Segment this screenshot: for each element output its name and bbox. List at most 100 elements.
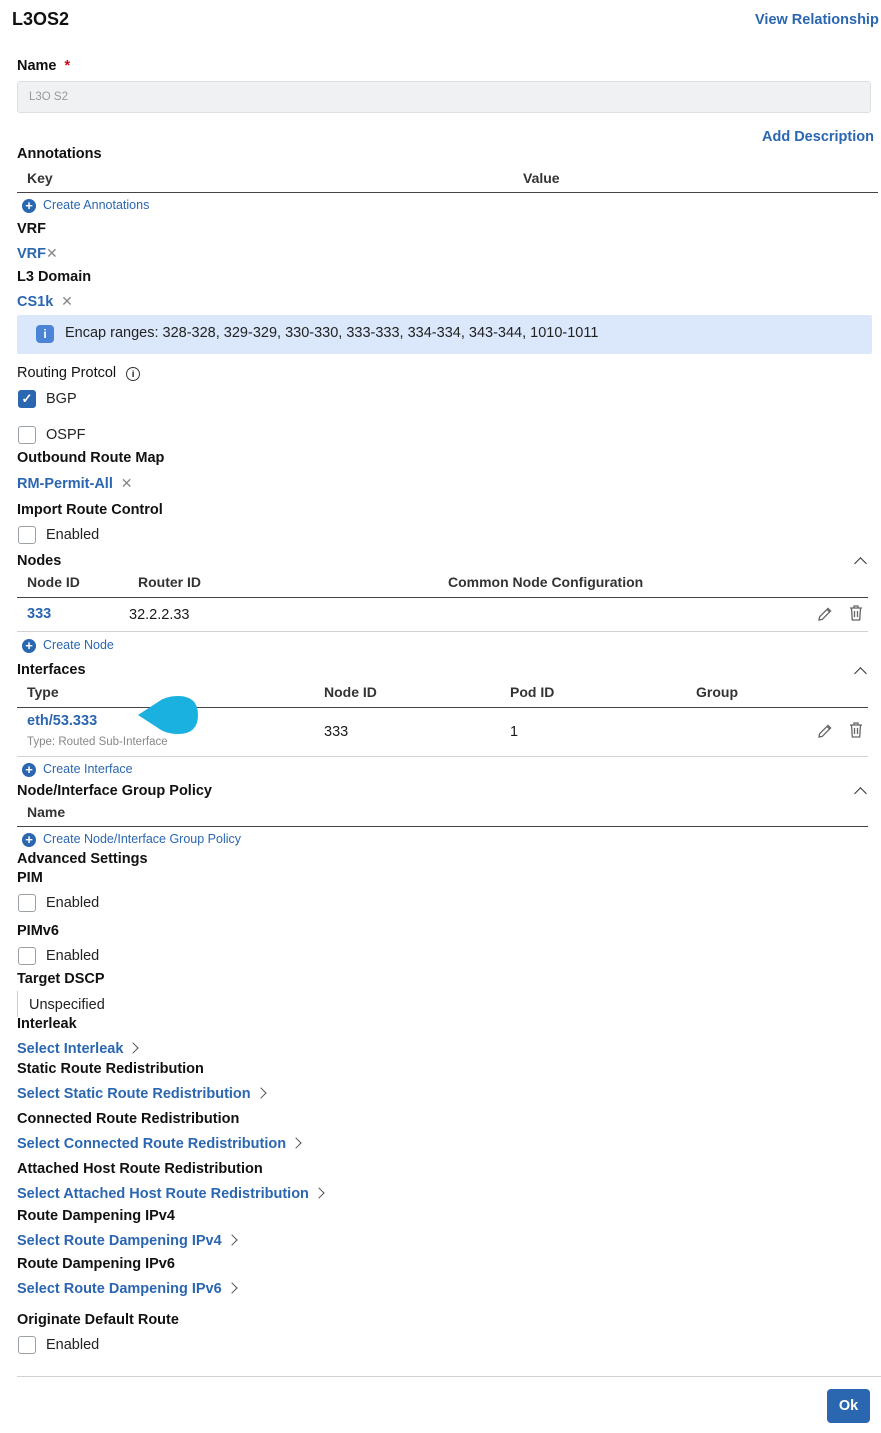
vrf-label: VRF	[17, 221, 46, 237]
interfaces-col-pod-id: Pod ID	[510, 684, 555, 700]
close-icon[interactable]: ✕	[46, 245, 58, 262]
ospf-checkbox-label: OSPF	[46, 427, 86, 443]
close-icon[interactable]: ✕	[61, 293, 73, 310]
collapse-group-policy-icon[interactable]	[854, 787, 867, 800]
l3-domain-label: L3 Domain	[17, 269, 92, 285]
chevron-right-icon	[226, 1234, 238, 1246]
damp-ipv6-label: Route Dampening IPv6	[17, 1256, 175, 1272]
node-id-link[interactable]: 333	[27, 606, 51, 622]
annotations-divider	[17, 192, 878, 193]
import-route-control-checkbox[interactable]	[18, 526, 36, 544]
footer-divider	[17, 1376, 881, 1377]
name-input[interactable]: L3O S2	[17, 81, 871, 113]
select-interleak-link[interactable]: Select Interleak	[17, 1041, 140, 1057]
create-annotations-link[interactable]: Create Annotations	[43, 198, 149, 212]
bgp-checkbox[interactable]: ✓	[18, 390, 36, 408]
interface-pod-id-value: 1	[510, 724, 519, 740]
trash-icon[interactable]	[848, 721, 864, 739]
chevron-right-icon	[254, 1087, 267, 1099]
originate-default-checkbox[interactable]	[18, 1336, 36, 1354]
callout-pointer-icon	[136, 694, 202, 739]
interfaces-col-type: Type	[27, 684, 59, 700]
target-dscp-label: Target DSCP	[17, 971, 105, 987]
create-group-policy-link[interactable]: Create Node/Interface Group Policy	[43, 832, 241, 846]
pim-checkbox-label: Enabled	[46, 895, 100, 911]
l3-domain-selection: CS1k ✕	[17, 293, 73, 310]
bgp-checkbox-label: BGP	[46, 391, 77, 407]
encap-info-text: Encap ranges: 328-328, 329-329, 330-330,…	[65, 325, 599, 341]
nodes-col-node-id: Node ID	[27, 574, 80, 590]
originate-default-checkbox-label: Enabled	[46, 1337, 100, 1353]
interface-node-id-value: 333	[324, 724, 349, 740]
ok-button[interactable]: Ok	[827, 1389, 870, 1423]
annotations-key-header: Key	[27, 170, 53, 186]
name-label: Name *	[17, 58, 71, 74]
trash-icon[interactable]	[848, 604, 864, 622]
chevron-right-icon	[127, 1042, 140, 1054]
select-damp-ipv4-link[interactable]: Select Route Dampening IPv4	[17, 1233, 238, 1249]
plus-circle-icon[interactable]: +	[22, 833, 36, 847]
group-policy-label: Node/Interface Group Policy	[17, 783, 212, 799]
ospf-checkbox[interactable]	[18, 426, 36, 444]
select-connected-redist-link[interactable]: Select Connected Route Redistribution	[17, 1136, 302, 1152]
plus-circle-icon[interactable]: +	[22, 763, 36, 777]
pimv6-checkbox-label: Enabled	[46, 948, 100, 964]
interfaces-label: Interfaces	[17, 662, 86, 678]
page-title: L3OS2	[12, 9, 70, 29]
router-id-value: 32.2.2.33	[129, 607, 190, 623]
outbound-route-map-link[interactable]: RM-Permit-All	[17, 476, 113, 492]
group-policy-divider	[17, 826, 868, 827]
import-route-control-checkbox-label: Enabled	[46, 527, 100, 543]
select-damp-ipv6-link[interactable]: Select Route Dampening IPv6	[17, 1281, 238, 1297]
collapse-interfaces-icon[interactable]	[854, 667, 867, 680]
encap-info-banner: i Encap ranges: 328-328, 329-329, 330-33…	[17, 315, 872, 354]
add-description-link[interactable]: Add Description	[762, 129, 874, 145]
select-static-redist-link[interactable]: Select Static Route Redistribution	[17, 1086, 267, 1102]
nodes-label: Nodes	[17, 553, 62, 569]
plus-circle-icon[interactable]: +	[22, 199, 36, 213]
required-mark: *	[64, 58, 71, 74]
connected-redist-label: Connected Route Redistribution	[17, 1111, 240, 1127]
pimv6-label: PIMv6	[17, 923, 59, 939]
target-dscp-select[interactable]: Unspecified	[17, 991, 318, 1017]
import-route-control-label: Import Route Control	[17, 502, 163, 518]
advanced-settings-label: Advanced Settings	[17, 851, 148, 867]
outbound-route-map-label: Outbound Route Map	[17, 450, 165, 466]
pim-label: PIM	[17, 870, 43, 886]
edit-pencil-icon[interactable]	[816, 722, 834, 740]
originate-default-label: Originate Default Route	[17, 1312, 179, 1328]
edit-pencil-icon[interactable]	[816, 605, 834, 623]
annotations-label: Annotations	[17, 146, 102, 162]
create-node-link[interactable]: Create Node	[43, 638, 114, 652]
damp-ipv4-label: Route Dampening IPv4	[17, 1208, 175, 1224]
close-icon[interactable]: ✕	[121, 475, 133, 492]
pimv6-checkbox[interactable]	[18, 947, 36, 965]
vrf-value-link[interactable]: VRF	[17, 246, 46, 262]
plus-circle-icon[interactable]: +	[22, 639, 36, 653]
select-attached-redist-link[interactable]: Select Attached Host Route Redistributio…	[17, 1186, 325, 1202]
collapse-nodes-icon[interactable]	[854, 557, 867, 570]
l3-domain-value-link[interactable]: CS1k	[17, 294, 53, 310]
pim-checkbox[interactable]	[18, 894, 36, 912]
target-dscp-value: Unspecified	[29, 997, 105, 1013]
routing-protocol-label: Routing Protcol i	[17, 365, 141, 381]
nodes-col-common-config: Common Node Configuration	[448, 574, 644, 590]
interface-type-link[interactable]: eth/53.333	[27, 713, 97, 729]
chevron-right-icon	[290, 1137, 302, 1149]
static-redist-label: Static Route Redistribution	[17, 1061, 204, 1077]
chevron-right-icon	[226, 1282, 238, 1294]
annotations-value-header: Value	[523, 170, 560, 186]
create-interface-link[interactable]: Create Interface	[43, 762, 133, 776]
interfaces-col-group: Group	[696, 684, 738, 700]
interleak-label: Interleak	[17, 1016, 77, 1032]
nodes-row-divider	[17, 631, 868, 632]
interfaces-row-divider	[17, 756, 868, 757]
attached-redist-label: Attached Host Route Redistribution	[17, 1161, 263, 1177]
info-circle-icon[interactable]: i	[126, 367, 141, 381]
interfaces-col-node-id: Node ID	[324, 684, 377, 700]
name-input-value: L3O S2	[29, 91, 68, 103]
table-row: 333 32.2.2.33	[17, 598, 868, 631]
group-policy-col-name: Name	[27, 804, 66, 820]
chevron-right-icon	[313, 1187, 325, 1199]
view-relationship-link[interactable]: View Relationship	[755, 12, 879, 28]
